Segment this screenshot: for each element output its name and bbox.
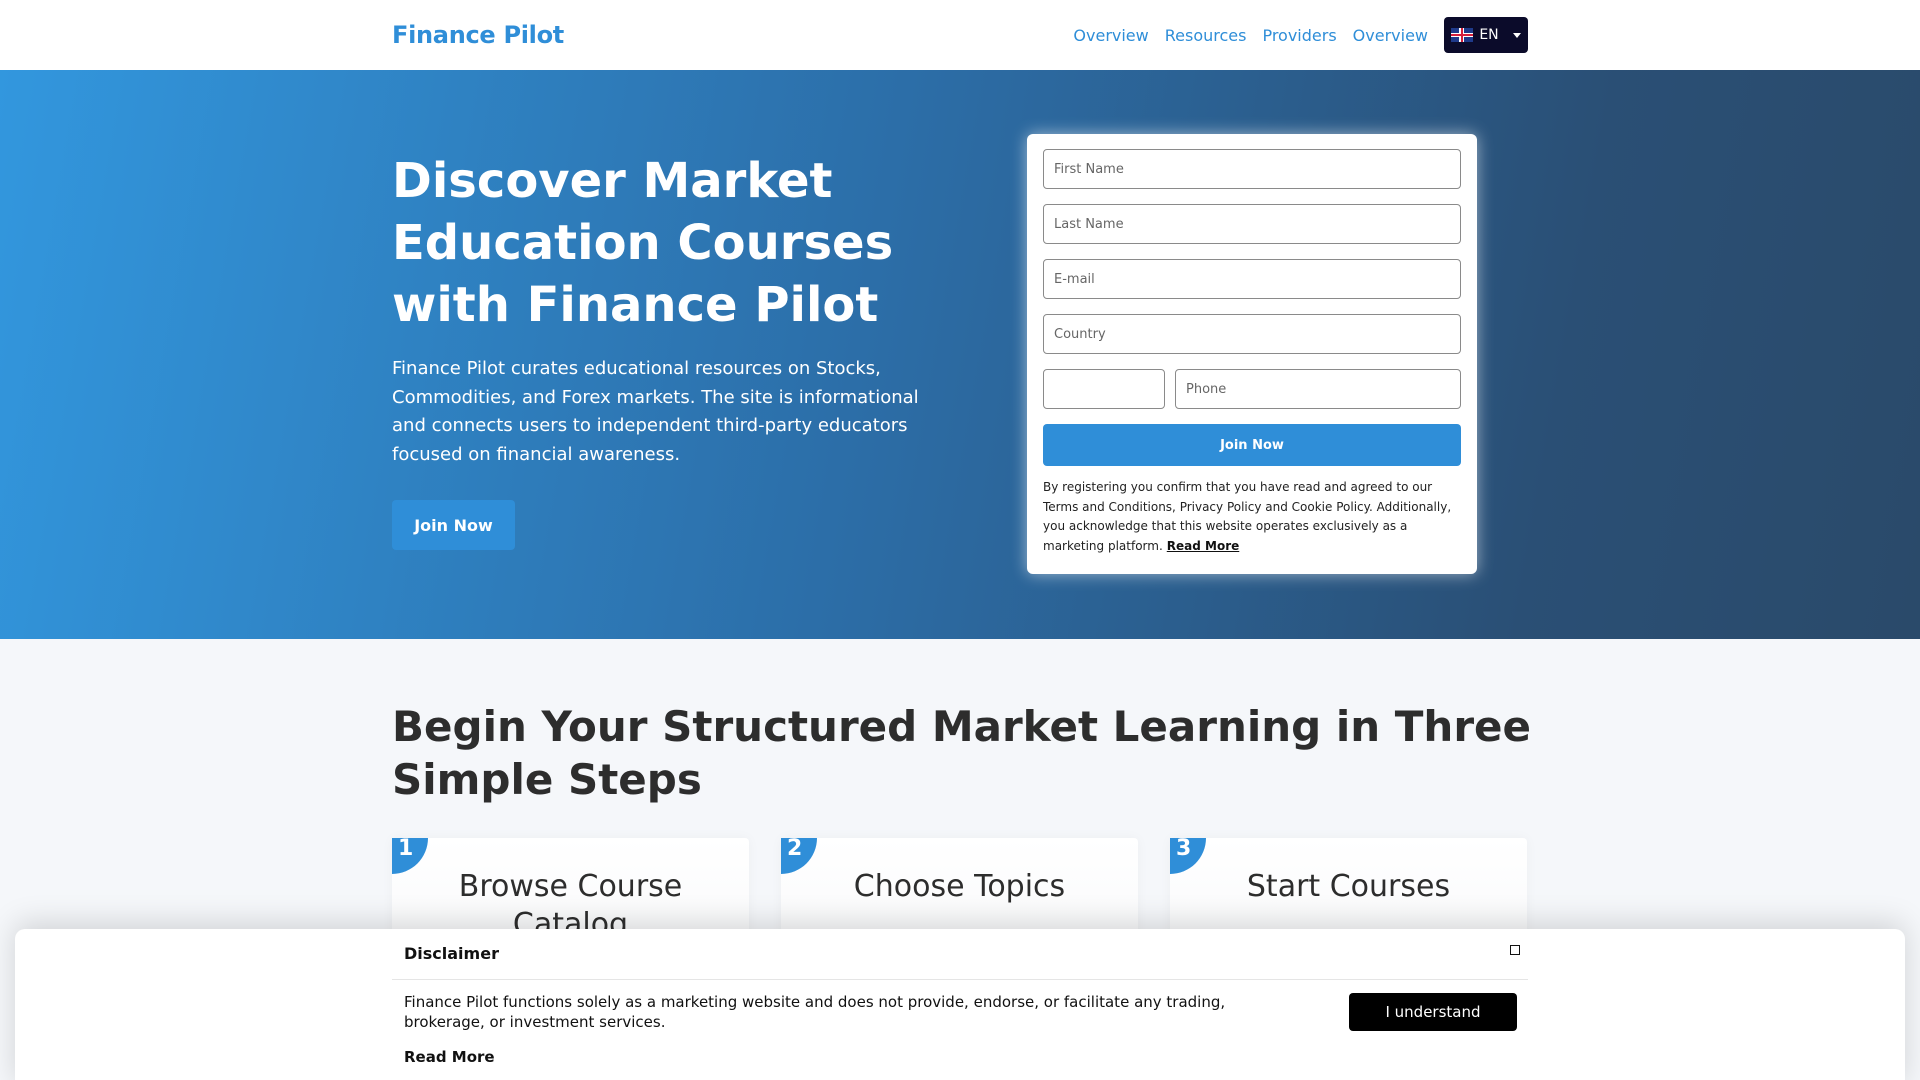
phone-code-field[interactable]	[1043, 369, 1165, 409]
first-name-field[interactable]	[1043, 149, 1461, 189]
email-field[interactable]	[1043, 259, 1461, 299]
i-understand-button[interactable]: I understand	[1349, 993, 1517, 1031]
legal-notice: By registering you confirm that you have…	[1043, 478, 1463, 556]
site-header: Finance Pilot Overview Resources Provide…	[0, 0, 1920, 70]
step-title: Start Courses	[1246, 869, 1451, 904]
header-container: Finance Pilot Overview Resources Provide…	[392, 0, 1528, 70]
disclaimer-text: Finance Pilot functions solely as a mark…	[404, 993, 1226, 1031]
language-label: EN	[1479, 27, 1499, 43]
disclaimer-banner: Disclaimer Finance Pilot functions solel…	[15, 929, 1905, 1080]
chevron-down-icon	[1512, 32, 1521, 38]
language-selector[interactable]: EN	[1444, 17, 1528, 53]
uk-flag-icon	[1451, 28, 1474, 42]
disclaimer-read-more-link[interactable]: Read More	[404, 1048, 495, 1066]
nav-resources[interactable]: Resources	[1165, 26, 1247, 45]
country-field[interactable]	[1043, 314, 1461, 354]
form-join-button[interactable]: Join Now	[1043, 424, 1461, 466]
hero-title: Discover Market Education Courses with F…	[392, 153, 894, 333]
nav-overview-2[interactable]: Overview	[1353, 26, 1428, 45]
nav-overview[interactable]: Overview	[1073, 26, 1148, 45]
registration-form: Join Now By registering you confirm that…	[1027, 134, 1477, 574]
nav-providers[interactable]: Providers	[1262, 26, 1336, 45]
phone-field[interactable]	[1175, 369, 1461, 409]
step-title: Choose Topics	[853, 869, 1066, 904]
main-nav: Overview Resources Providers Overview EN	[1057, 17, 1528, 53]
disclaimer-title: Disclaimer	[404, 944, 499, 963]
disclaimer-divider	[392, 979, 1528, 980]
phone-row	[1043, 369, 1461, 424]
legal-text: By registering you confirm that you have…	[1043, 480, 1452, 553]
close-icon[interactable]	[1508, 943, 1522, 957]
hero-description: Finance Pilot curates educational resour…	[392, 358, 919, 465]
hero-join-button[interactable]: Join Now	[392, 500, 515, 550]
legal-read-more-link[interactable]: Read More	[1167, 539, 1240, 553]
last-name-field[interactable]	[1043, 204, 1461, 244]
hero-section: Discover Market Education Courses with F…	[0, 70, 1920, 639]
site-logo[interactable]: Finance Pilot	[392, 21, 564, 49]
steps-title: Begin Your Structured Market Learning in…	[392, 702, 1532, 804]
